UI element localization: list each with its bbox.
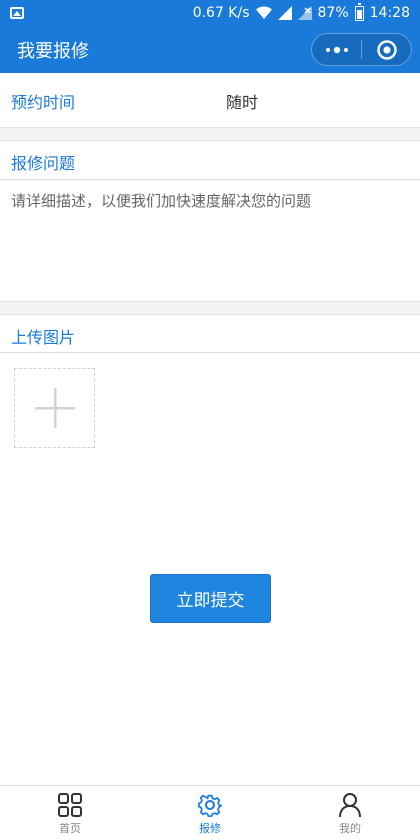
wifi-icon xyxy=(255,6,272,19)
network-speed: 0.67 K/s xyxy=(192,5,250,21)
battery-icon xyxy=(354,2,364,21)
user-icon xyxy=(339,793,361,818)
appointment-time-label: 预约时间 xyxy=(11,93,76,112)
signal-icon xyxy=(277,6,292,20)
tab-home[interactable]: 首页 xyxy=(0,786,140,840)
tab-home-label: 首页 xyxy=(59,822,81,835)
plus-icon xyxy=(34,388,75,428)
tab-repair-label: 报修 xyxy=(199,822,221,835)
tab-mine[interactable]: 我的 xyxy=(280,786,420,840)
section-divider xyxy=(0,128,420,140)
upload-label: 上传图片 xyxy=(11,328,76,347)
issue-section: 报修问题 xyxy=(0,140,420,302)
close-miniprogram-button[interactable] xyxy=(362,34,411,65)
issue-header: 报修问题 xyxy=(0,141,420,180)
miniprogram-capsule xyxy=(311,33,412,66)
tab-mine-label: 我的 xyxy=(339,822,361,835)
signal-no-data-icon xyxy=(297,6,312,20)
issue-label: 报修问题 xyxy=(11,154,76,173)
clock-time: 14:28 xyxy=(369,5,410,21)
target-close-icon xyxy=(376,39,397,60)
upload-header: 上传图片 xyxy=(0,314,420,353)
page-title: 我要报修 xyxy=(17,40,89,62)
appointment-time-value[interactable]: 随时 xyxy=(226,89,258,113)
grid-icon xyxy=(58,793,82,817)
appointment-time-row[interactable]: 预约时间 随时 xyxy=(0,73,420,128)
tab-bar: 首页 报修 我的 xyxy=(0,785,420,840)
submit-button[interactable]: 立即提交 xyxy=(150,574,271,623)
image-notification-icon xyxy=(10,7,24,19)
issue-description-input[interactable] xyxy=(0,180,420,300)
add-image-button[interactable] xyxy=(14,368,95,448)
more-dots-icon xyxy=(325,46,348,53)
more-button[interactable] xyxy=(312,34,361,65)
nav-bar: 我要报修 xyxy=(0,26,420,73)
tab-repair[interactable]: 报修 xyxy=(140,786,280,840)
battery-percent: 87% xyxy=(317,5,349,21)
status-bar: 0.67 K/s 87% 14:28 xyxy=(0,0,420,26)
gear-icon xyxy=(198,794,222,817)
section-divider xyxy=(0,302,420,314)
